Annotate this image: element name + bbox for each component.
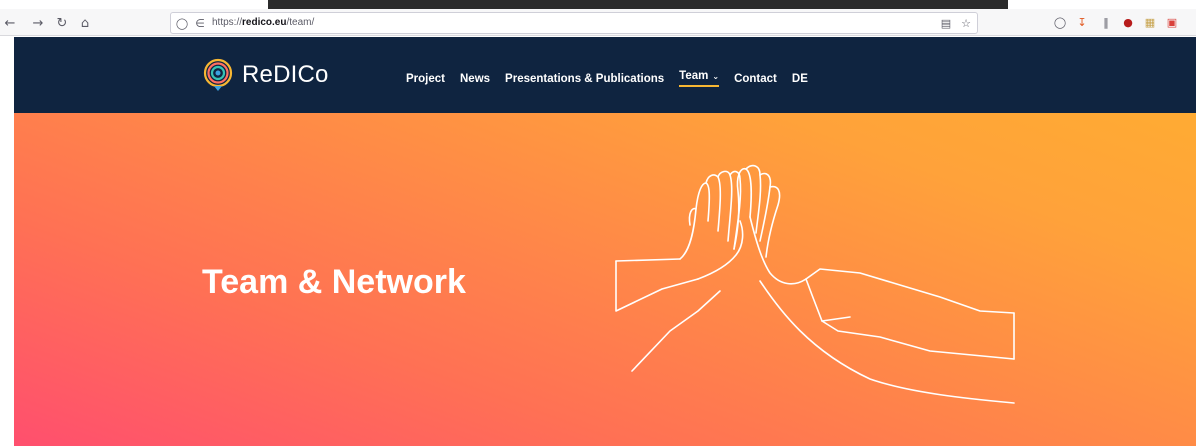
high-five-hands-illustration — [615, 164, 1015, 404]
ublock-icon[interactable]: ● — [1120, 14, 1136, 30]
notes-icon[interactable]: ▦ — [1142, 14, 1158, 30]
site-header: ReDICo Project News Presentations & Publ… — [14, 37, 1196, 113]
download-icon[interactable]: ↧ — [1074, 14, 1090, 30]
logo-text: ReDICo — [242, 61, 329, 88]
nav-item-contact[interactable]: Contact — [734, 73, 777, 85]
web-page: ReDICo Project News Presentations & Publ… — [14, 37, 1196, 446]
nav-item-team-label: Team — [679, 70, 709, 82]
extension-icon[interactable]: ▣ — [1164, 14, 1180, 30]
nav-item-presentations-publications[interactable]: Presentations & Publications — [505, 73, 664, 85]
fingerprint-logo-icon — [203, 58, 233, 91]
back-icon[interactable]: ← — [0, 13, 20, 33]
hero-banner: Team & Network — [14, 113, 1196, 446]
home-icon[interactable]: ⌂ — [75, 13, 95, 33]
main-nav: Project News Presentations & Publication… — [406, 70, 823, 87]
address-bar[interactable]: ◯ ∈ https://redico.eu/team/ ▤ ☆ — [170, 12, 978, 34]
library-icon[interactable]: ‖ — [1098, 14, 1114, 30]
page-title: Team & Network — [202, 263, 466, 301]
lock-icon[interactable]: ∈ — [193, 16, 207, 30]
browser-toolbar: ← → ↻ ⌂ ◯ ∈ https://redico.eu/team/ ▤ ☆ … — [0, 9, 1196, 36]
reader-view-icon[interactable]: ▤ — [939, 16, 953, 30]
window-top-strip — [0, 0, 1196, 9]
nav-item-news[interactable]: News — [460, 73, 490, 85]
url-text[interactable]: https://redico.eu/team/ — [212, 17, 314, 28]
chevron-down-icon: ⌄ — [712, 72, 720, 81]
pocket-icon[interactable]: ◯ — [1052, 14, 1068, 30]
bookmark-star-icon[interactable]: ☆ — [959, 16, 973, 30]
shield-icon[interactable]: ◯ — [175, 16, 189, 30]
reload-icon[interactable]: ↻ — [52, 13, 72, 33]
nav-item-language-de[interactable]: DE — [792, 73, 808, 85]
forward-icon[interactable]: → — [28, 13, 48, 33]
nav-item-project[interactable]: Project — [406, 73, 445, 85]
nav-item-team[interactable]: Team ⌄ — [679, 70, 720, 87]
site-logo[interactable]: ReDICo — [202, 56, 329, 94]
